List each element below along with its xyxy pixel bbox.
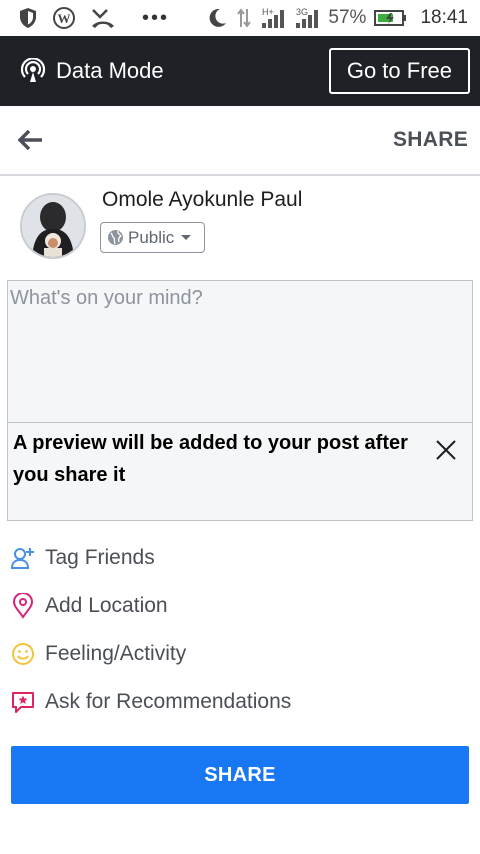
preview-notice-text: A preview will be added to your post aft… (13, 432, 408, 486)
ask-recommendations-label: Ask for Recommendations (45, 690, 292, 713)
share-button[interactable]: SHARE (11, 746, 469, 804)
feeling-activity-action[interactable]: Feeling/Activity (0, 632, 480, 676)
feeling-activity-label: Feeling/Activity (45, 642, 187, 665)
smiley-icon (10, 641, 36, 667)
moon-icon (206, 7, 228, 29)
caret-down-icon (178, 233, 194, 243)
more-dots-icon: ••• (142, 7, 170, 29)
go-to-free-button[interactable]: Go to Free (328, 48, 470, 94)
svg-text:H+: H+ (262, 7, 274, 17)
share-header-button[interactable]: SHARE (393, 128, 468, 152)
signal-icon: 3G (294, 7, 320, 29)
privacy-selector[interactable]: Public (100, 222, 206, 253)
privacy-label: Public (128, 227, 175, 247)
close-icon[interactable] (434, 438, 458, 462)
data-mode-bar: Data Mode Go to Free (0, 36, 480, 106)
tag-friends-action[interactable]: Tag Friends (0, 536, 480, 580)
link-preview-notice: A preview will be added to your post aft… (7, 422, 473, 521)
signal-icon: H+ (260, 7, 286, 29)
composer-header: SHARE (0, 106, 480, 176)
wordpress-icon: W (52, 6, 76, 30)
tag-friends-icon (10, 545, 36, 571)
globe-icon (107, 229, 124, 246)
battery-icon (374, 8, 408, 28)
composer-placeholder: What's on your mind? (10, 287, 203, 309)
broadcast-icon (20, 58, 46, 84)
data-arrows-icon (236, 7, 252, 29)
recommendation-icon (10, 689, 36, 715)
battery-percent: 57% (328, 7, 367, 28)
location-pin-icon (10, 593, 36, 619)
avatar (20, 193, 86, 259)
clock: 18:41 (420, 7, 468, 28)
shield-icon (18, 7, 38, 29)
ask-recommendations-action[interactable]: Ask for Recommendations (0, 680, 480, 724)
post-text-area[interactable]: What's on your mind? (7, 280, 473, 422)
svg-text:3G: 3G (296, 7, 308, 17)
data-mode-label: Data Mode (56, 58, 164, 83)
add-location-label: Add Location (45, 594, 168, 617)
tag-friends-label: Tag Friends (45, 546, 155, 569)
user-name: Omole Ayokunle Paul (102, 188, 303, 211)
svg-text:W: W (58, 11, 71, 26)
missed-call-icon (90, 7, 116, 29)
add-location-action[interactable]: Add Location (0, 584, 480, 628)
status-bar: W ••• H+ 3G 57% 18:41 (0, 0, 480, 36)
arrow-left-icon[interactable] (16, 128, 44, 152)
